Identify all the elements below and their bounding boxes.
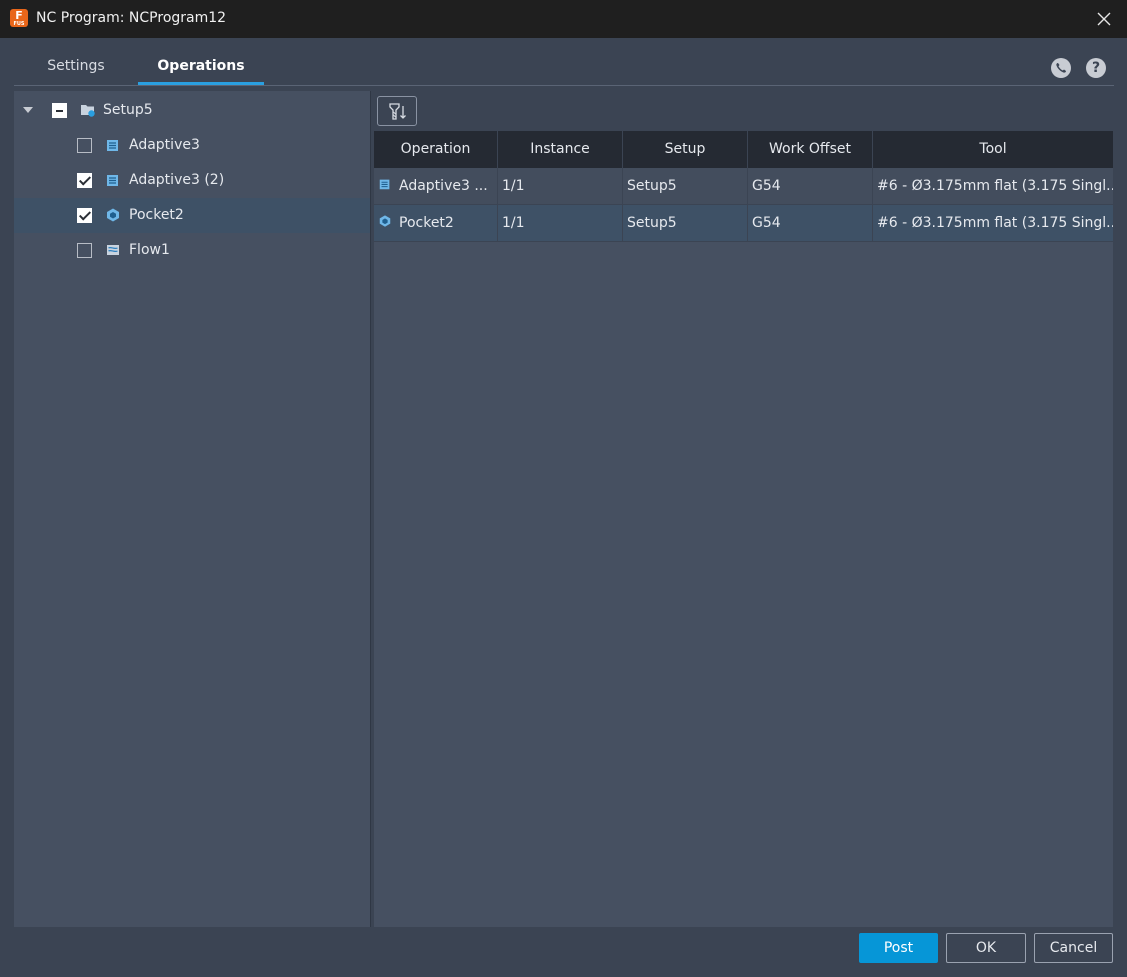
flow-op-icon [107, 245, 119, 255]
tool-sort-icon [389, 103, 406, 120]
cell-tool: #6 - Ø3.175mm flat (3.175 Singl... [877, 178, 1113, 194]
cell-tool: #6 - Ø3.175mm flat (3.175 Singl... [877, 215, 1113, 231]
cell-operation: Adaptive3 ... [374, 168, 498, 204]
tab-operations[interactable]: Operations [138, 48, 264, 85]
contact-icon[interactable] [1051, 58, 1071, 78]
adaptive-op-icon [107, 140, 118, 151]
tab-settings[interactable]: Settings [32, 48, 120, 85]
window-title: NC Program: NCProgram12 [36, 10, 227, 26]
column-header-work-offset[interactable]: Work Offset [748, 131, 873, 168]
setup-folder-icon [81, 105, 95, 117]
cell-instance: 1/1 [498, 168, 623, 204]
tab-bar: Settings Operations [14, 48, 1114, 86]
column-header-setup[interactable]: Setup [623, 131, 748, 168]
tree-item-label: Flow1 [129, 242, 170, 258]
operations-grid: Operation Instance Setup Work Offset Too… [374, 131, 1113, 927]
adaptive-op-icon [107, 175, 118, 186]
cell-operation: Pocket2 [374, 205, 498, 241]
pocket-op-icon [379, 215, 391, 227]
tree-item-pocket2[interactable]: Pocket2 [14, 198, 370, 233]
expand-arrow-icon[interactable] [23, 107, 33, 113]
pocket-op-icon [107, 208, 119, 222]
cancel-button[interactable]: Cancel [1034, 933, 1113, 963]
cell-work-offset: G54 [748, 168, 873, 204]
adaptive-op-icon [379, 179, 390, 190]
tree-item-label: Pocket2 [129, 207, 184, 223]
ok-button[interactable]: OK [946, 933, 1026, 963]
flow1-checkbox[interactable] [77, 243, 92, 258]
tree-item-adaptive3-2[interactable]: Adaptive3 (2) [14, 163, 370, 198]
close-icon [1097, 12, 1111, 26]
cell-work-offset: G54 [748, 205, 873, 241]
tree-item-adaptive3[interactable]: Adaptive3 [14, 128, 370, 163]
tree-item-label: Adaptive3 [129, 137, 200, 153]
operations-tree: Setup5 Adaptive3 Adaptive3 (2) Pocket2 F [14, 91, 371, 927]
column-header-instance[interactable]: Instance [498, 131, 623, 168]
phone-glyph [1056, 63, 1066, 73]
column-header-operation[interactable]: Operation [374, 131, 498, 168]
cell-operation-text: Adaptive3 ... [399, 178, 488, 194]
tree-item-label: Adaptive3 (2) [129, 172, 225, 188]
fusion-app-icon: F FUS [10, 9, 28, 27]
table-row[interactable]: Pocket2 1/1 Setup5 G54 #6 - Ø3.175mm fla… [374, 205, 1113, 242]
help-icon[interactable]: ? [1086, 58, 1106, 78]
title-bar: F FUS NC Program: NCProgram12 [0, 0, 1127, 38]
close-button[interactable] [1081, 0, 1127, 38]
grid-header: Operation Instance Setup Work Offset Too… [374, 131, 1113, 168]
tool-sort-button[interactable] [377, 96, 417, 126]
adaptive3-checkbox[interactable] [77, 138, 92, 153]
tree-root-setup5[interactable]: Setup5 [14, 93, 370, 128]
post-button[interactable]: Post [859, 933, 938, 963]
column-header-tool[interactable]: Tool [873, 131, 1113, 168]
tree-item-flow1[interactable]: Flow1 [14, 233, 370, 268]
pocket2-checkbox[interactable] [77, 208, 92, 223]
setup5-checkbox[interactable] [52, 103, 67, 118]
cell-instance: 1/1 [498, 205, 623, 241]
cell-setup: Setup5 [623, 205, 748, 241]
app-icon-sub: FUS [13, 21, 25, 27]
tree-item-label: Setup5 [103, 102, 153, 118]
cell-setup: Setup5 [623, 168, 748, 204]
adaptive3-2-checkbox[interactable] [77, 173, 92, 188]
table-row[interactable]: Adaptive3 ... 1/1 Setup5 G54 #6 - Ø3.175… [374, 168, 1113, 205]
cell-operation-text: Pocket2 [399, 215, 454, 231]
